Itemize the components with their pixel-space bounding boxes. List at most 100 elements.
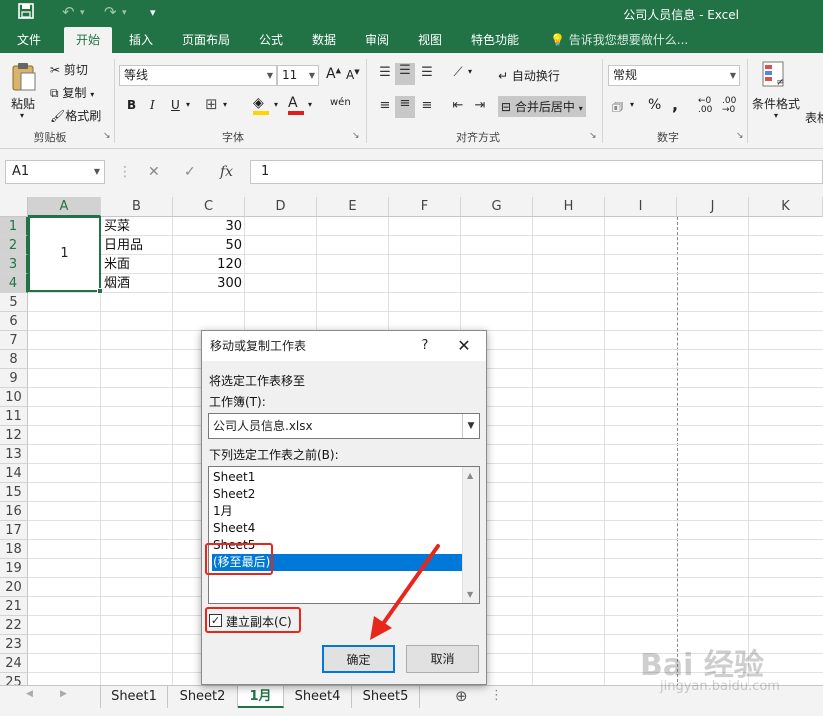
row-header[interactable]: 8	[0, 350, 28, 369]
column-header[interactable]: H	[533, 197, 605, 217]
percent-button[interactable]: %	[648, 97, 661, 113]
decrease-indent-icon[interactable]: ⇤	[448, 98, 468, 113]
column-header[interactable]: K	[749, 197, 823, 217]
merge-center-button[interactable]: ⊟ 合并后居中 ▾	[498, 96, 586, 117]
cut-button[interactable]: ✂ 剪切	[50, 61, 88, 78]
workbook-select[interactable]: 公司人员信息.xlsx ▼	[208, 413, 480, 439]
cell-c3[interactable]: 120	[173, 255, 245, 274]
underline-dropdown-icon[interactable]: ▾	[186, 100, 190, 109]
underline-button[interactable]: U	[171, 98, 180, 112]
row-header[interactable]: 11	[0, 407, 28, 426]
merge-dropdown-icon[interactable]: ▾	[579, 104, 583, 113]
tab-view[interactable]: 视图	[409, 27, 451, 53]
font-color-icon[interactable]: A	[288, 95, 304, 115]
row-header[interactable]: 22	[0, 616, 28, 635]
comma-button[interactable]: ,	[672, 95, 678, 114]
decrease-font-icon[interactable]: A▼	[346, 68, 360, 82]
cancel-entry-icon[interactable]: ✕	[148, 160, 160, 184]
list-item[interactable]: Sheet2	[212, 486, 462, 503]
list-item[interactable]: 1月	[212, 503, 462, 520]
align-center-icon[interactable]: ≡	[395, 96, 415, 118]
cell-c2[interactable]: 50	[173, 236, 245, 255]
insert-function-icon[interactable]: fx	[220, 160, 233, 184]
column-header[interactable]: B	[101, 197, 173, 217]
increase-decimal-icon[interactable]: ←0.00	[698, 97, 712, 115]
tab-file[interactable]: 文件	[8, 27, 50, 53]
list-item[interactable]: Sheet4	[212, 520, 462, 537]
redo-icon[interactable]: ↷	[104, 3, 117, 21]
row-header[interactable]: 10	[0, 388, 28, 407]
tab-formulas[interactable]: 公式	[250, 27, 292, 53]
undo-icon[interactable]: ↶	[62, 3, 75, 21]
column-header[interactable]: E	[317, 197, 389, 217]
row-header[interactable]: 24	[0, 654, 28, 673]
row-header[interactable]: 17	[0, 521, 28, 540]
tab-insert[interactable]: 插入	[120, 27, 162, 53]
row-header[interactable]: 2	[0, 236, 28, 255]
save-icon[interactable]	[18, 3, 34, 23]
row-header[interactable]: 12	[0, 426, 28, 445]
row-header[interactable]: 18	[0, 540, 28, 559]
currency-icon[interactable]: 🗊	[612, 98, 623, 119]
increase-font-icon[interactable]: A▲	[326, 66, 341, 82]
cell-b2[interactable]: 日用品	[101, 236, 173, 255]
scroll-right-icon[interactable]: ▶	[60, 689, 67, 699]
close-icon[interactable]: ✕	[452, 331, 476, 361]
help-button[interactable]: ?	[415, 331, 435, 361]
conditional-formatting-button[interactable]: 条件格式	[752, 95, 800, 112]
conditional-formatting-icon[interactable]: ≠	[762, 61, 790, 91]
scroll-left-icon[interactable]: ◀	[26, 689, 33, 699]
cell-c1[interactable]: 30	[173, 217, 245, 236]
column-header[interactable]: I	[605, 197, 677, 217]
orientation-icon[interactable]: ⟋	[448, 65, 468, 80]
tab-page-layout[interactable]: 页面布局	[176, 27, 236, 53]
sheet-tab-active[interactable]: 1月	[238, 686, 284, 708]
cell-b1[interactable]: 买菜	[101, 217, 173, 236]
column-header[interactable]: J	[677, 197, 749, 217]
name-box[interactable]: A1 ▼	[5, 160, 105, 184]
format-painter-button[interactable]: 🖌格式刷	[50, 107, 101, 124]
font-size-select[interactable]: 11 ▼	[277, 65, 319, 86]
formula-input[interactable]: 1	[250, 160, 823, 184]
tab-special-features[interactable]: 特色功能	[466, 27, 524, 53]
row-header[interactable]: 15	[0, 483, 28, 502]
confirm-entry-icon[interactable]: ✓	[184, 160, 196, 184]
number-launcher-icon[interactable]: ↘	[736, 131, 744, 141]
format-as-table-button[interactable]: 表格	[805, 109, 823, 126]
column-header[interactable]: F	[389, 197, 461, 217]
row-header[interactable]: 7	[0, 331, 28, 350]
currency-dropdown-icon[interactable]: ▾	[630, 100, 634, 109]
row-header[interactable]: 14	[0, 464, 28, 483]
row-header[interactable]: 25	[0, 673, 28, 685]
fill-color-icon[interactable]: ◈	[253, 95, 269, 115]
row-header[interactable]: 9	[0, 369, 28, 388]
paste-button[interactable]: 粘贴	[11, 95, 35, 112]
align-top-icon[interactable]: ☰	[375, 65, 395, 80]
scroll-up-icon[interactable]: ▲	[467, 471, 473, 480]
cell-b4[interactable]: 烟酒	[101, 274, 173, 293]
row-header[interactable]: 21	[0, 597, 28, 616]
conditional-dropdown-icon[interactable]: ▾	[774, 111, 778, 120]
number-format-select[interactable]: 常规 ▼	[608, 65, 740, 86]
tell-me-box[interactable]: 💡 告诉我您想要做什么...	[550, 27, 688, 53]
phonetic-icon[interactable]: wén	[330, 97, 351, 108]
sheet-tab[interactable]: Sheet2	[168, 686, 238, 708]
select-all-corner[interactable]	[0, 197, 28, 217]
row-header[interactable]: 20	[0, 578, 28, 597]
cell-c4[interactable]: 300	[173, 274, 245, 293]
wrap-text-button[interactable]: ↵ 自动换行	[498, 67, 560, 84]
borders-dropdown-icon[interactable]: ▾	[223, 100, 227, 109]
row-header[interactable]: 5	[0, 293, 28, 312]
undo-dropdown-icon[interactable]: ▾	[80, 8, 85, 18]
paste-icon[interactable]	[10, 61, 38, 93]
font-launcher-icon[interactable]: ↘	[352, 131, 360, 141]
copy-button[interactable]: ⧉ 复制 ▾	[50, 84, 94, 101]
column-header[interactable]: G	[461, 197, 533, 217]
italic-button[interactable]: I	[150, 98, 155, 112]
font-name-select[interactable]: 等线 ▼	[119, 65, 277, 86]
scroll-down-icon[interactable]: ▼	[467, 590, 473, 599]
align-left-icon[interactable]: ≡	[375, 98, 395, 113]
fill-color-dropdown-icon[interactable]: ▾	[274, 100, 278, 109]
orientation-dropdown-icon[interactable]: ▾	[468, 67, 472, 76]
row-header[interactable]: 3	[0, 255, 28, 274]
